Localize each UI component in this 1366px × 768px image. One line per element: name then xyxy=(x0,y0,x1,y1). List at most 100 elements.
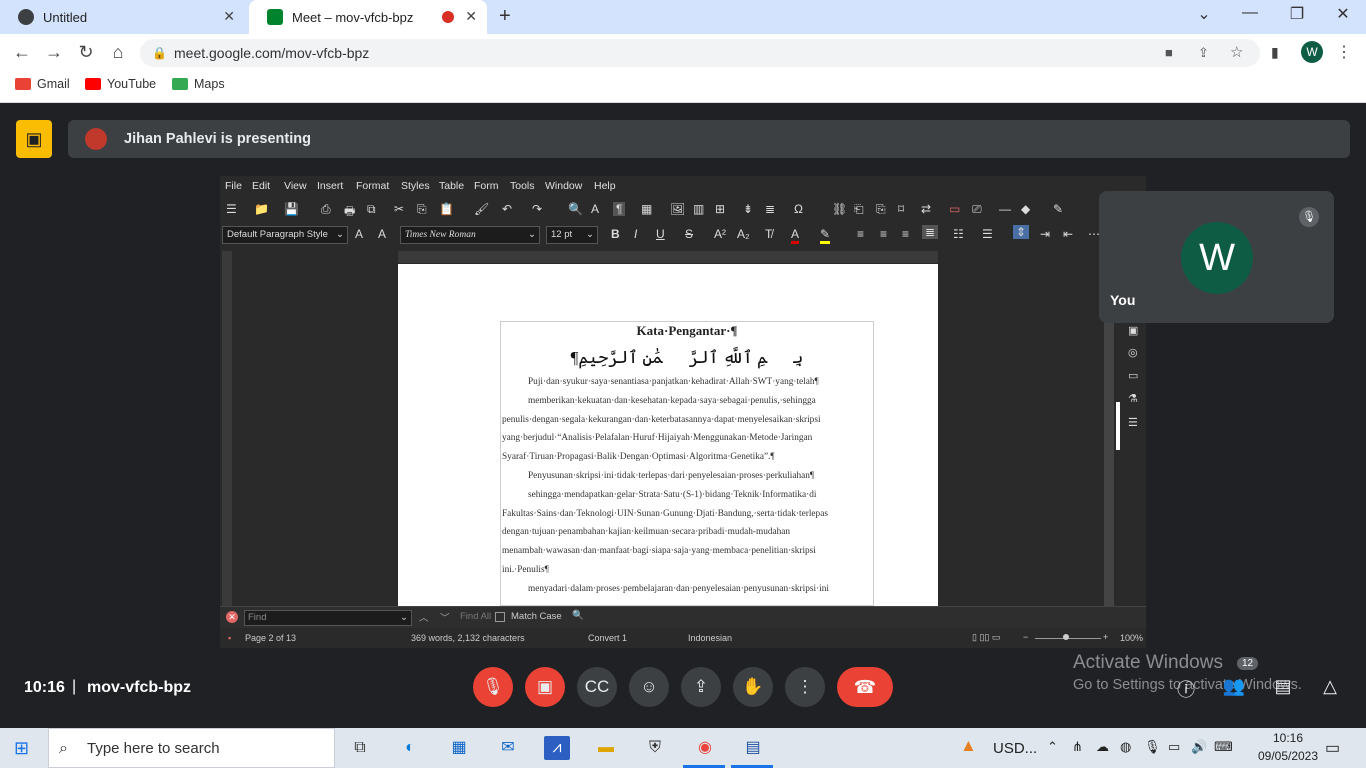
clear-formatting-icon[interactable]: T̸ xyxy=(765,227,772,241)
keyboard-icon[interactable]: ⌨ xyxy=(1214,739,1233,755)
insert-field-icon[interactable]: ≣ xyxy=(765,202,775,216)
stop-presenting-icon[interactable]: ▣ xyxy=(16,120,52,158)
page-style[interactable]: Convert 1 xyxy=(588,633,627,643)
style-inspector-icon[interactable]: ⚗ xyxy=(1128,392,1138,405)
currency-widget[interactable]: USD... xyxy=(993,740,1037,757)
print-icon[interactable]: 🖶 xyxy=(344,202,355,223)
new-tab-button[interactable]: + xyxy=(499,5,511,28)
font-size-select[interactable]: 12 pt ⌄ xyxy=(546,226,598,244)
special-character-icon[interactable]: Ω xyxy=(794,202,803,216)
export-pdf-icon[interactable]: ⎙ xyxy=(321,202,331,217)
clock-date[interactable]: 09/05/2023 xyxy=(1254,749,1322,763)
align-left-icon[interactable]: ≡ xyxy=(857,227,864,241)
chat-icon[interactable]: ▤ xyxy=(1270,676,1296,697)
endnote-icon[interactable]: ⎘ xyxy=(876,202,886,217)
volume-icon[interactable]: 🔊 xyxy=(1191,739,1207,755)
clock-time[interactable]: 10:16 xyxy=(1263,731,1313,745)
raise-hand-icon[interactable]: ✋ xyxy=(733,667,773,707)
menu-file[interactable]: File xyxy=(225,180,242,192)
insert-chart-icon[interactable]: ▥ xyxy=(693,202,704,216)
tab-untitled[interactable]: Untitled ✕ xyxy=(0,0,245,34)
paste-icon[interactable]: 📋 xyxy=(439,202,454,216)
superscript-icon[interactable]: A² xyxy=(714,227,726,241)
decrease-indent-icon[interactable]: ⇤ xyxy=(1063,227,1073,241)
people-icon[interactable]: 👥 xyxy=(1221,676,1247,697)
clone-formatting-icon[interactable]: 🖌 xyxy=(474,202,489,216)
taskbar-search[interactable]: ⌕ Type here to search xyxy=(48,728,335,768)
cloud-icon[interactable]: ☁ xyxy=(1096,739,1109,755)
app-icon[interactable]: ⩘ xyxy=(544,736,570,760)
menu-table[interactable]: Table xyxy=(439,180,464,192)
justify-icon[interactable]: ≣ xyxy=(922,225,939,239)
line-icon[interactable]: — xyxy=(999,202,1011,216)
tab-meet[interactable]: Meet – mov-vfcb-bpz ✕ xyxy=(249,0,487,34)
chrome-icon[interactable]: ◉ xyxy=(692,736,718,760)
mic-off-icon[interactable]: 🎙 xyxy=(473,667,513,707)
match-case-checkbox[interactable] xyxy=(495,612,505,622)
menu-edit[interactable]: Edit xyxy=(252,180,270,192)
navigator-icon[interactable]: ◎ xyxy=(1128,346,1138,359)
webcam-icon[interactable]: ◍ xyxy=(1120,739,1131,755)
bookmark-maps[interactable]: Maps xyxy=(172,77,225,91)
cut-icon[interactable]: ✂ xyxy=(394,202,404,216)
battery-icon[interactable]: ▭ xyxy=(1168,739,1180,755)
font-name-select[interactable]: Times New Roman ⌄ xyxy=(400,226,540,244)
tab-search-icon[interactable]: ⌄ xyxy=(1189,4,1219,24)
highlight-icon[interactable]: ✎ xyxy=(820,227,831,244)
bullets-icon[interactable]: ☷ xyxy=(953,227,964,241)
insert-table-icon[interactable]: ▦ xyxy=(641,202,652,216)
insert-image-icon[interactable]: 🖼 xyxy=(670,202,685,216)
side-panel-icon[interactable]: ▮ xyxy=(1271,44,1279,61)
store-icon[interactable]: ▦ xyxy=(446,736,472,760)
open-icon[interactable]: 📁 xyxy=(254,202,269,216)
minimize-button[interactable]: — xyxy=(1235,4,1265,22)
redo-icon[interactable]: ↷ xyxy=(532,202,542,216)
comment-icon[interactable]: ▭ xyxy=(949,202,960,216)
subscript-icon[interactable]: A₂ xyxy=(737,227,750,241)
menu-form[interactable]: Form xyxy=(474,180,499,192)
more-options-icon[interactable]: ⋮ xyxy=(785,667,825,707)
vertical-scrollbar[interactable] xyxy=(1104,316,1114,606)
find-next-icon[interactable]: ﹀ xyxy=(440,610,450,624)
menu-window[interactable]: Window xyxy=(545,180,582,192)
close-find-icon[interactable]: ✕ xyxy=(226,611,238,623)
notifications-icon[interactable]: ▭ xyxy=(1325,738,1340,758)
bookmark-youtube[interactable]: YouTube xyxy=(85,77,156,91)
profile-avatar[interactable]: W xyxy=(1301,41,1323,63)
copy-icon[interactable]: ⎘ xyxy=(417,202,427,217)
gallery-icon[interactable]: ▣ xyxy=(1128,324,1138,337)
writer-icon[interactable]: ▤ xyxy=(740,736,766,760)
hyperlink-icon[interactable]: ⛓ xyxy=(832,202,847,216)
find-replace-icon[interactable]: 🔍 xyxy=(568,202,583,216)
find-previous-icon[interactable]: ︿ xyxy=(419,610,429,624)
strikethrough-icon[interactable]: S xyxy=(685,227,693,241)
meeting-code[interactable]: mov-vfcb-bpz xyxy=(87,679,191,697)
insert-textbox-icon[interactable]: ⊞ xyxy=(715,202,725,216)
camera-off-icon[interactable]: ▣ xyxy=(525,667,565,707)
captions-icon[interactable]: CC xyxy=(577,667,617,707)
language[interactable]: Indonesian xyxy=(688,633,732,643)
back-icon[interactable]: ← xyxy=(11,42,33,63)
cross-reference-icon[interactable]: ⇄ xyxy=(921,202,931,216)
menu-view[interactable]: View xyxy=(284,180,307,192)
bookmark-gmail[interactable]: Gmail xyxy=(15,77,70,91)
zoom-in-icon[interactable]: + xyxy=(1103,632,1108,642)
camera-icon[interactable]: ■ xyxy=(1165,39,1173,67)
file-explorer-icon[interactable]: ▬ xyxy=(593,736,619,760)
mail-icon[interactable]: ✉ xyxy=(495,736,521,760)
page-break-icon[interactable]: ⇟ xyxy=(743,202,753,216)
menu-help[interactable]: Help xyxy=(594,180,616,192)
view-layout-icons[interactable]: ▯ ▯▯ ▭ xyxy=(972,632,1000,643)
wifi-icon[interactable]: ⋔ xyxy=(1072,739,1083,755)
align-right-icon[interactable]: ≡ xyxy=(902,227,909,241)
draw-icon[interactable]: ✎ xyxy=(1053,202,1063,216)
microphone-icon[interactable]: 🎙 xyxy=(1144,739,1161,755)
numbering-icon[interactable]: ☰ xyxy=(982,227,993,241)
find-replace-icon[interactable]: 🔍 xyxy=(572,610,584,621)
sidebar-handle[interactable] xyxy=(1116,402,1120,450)
menu-styles[interactable]: Styles xyxy=(401,180,430,192)
word-count[interactable]: 369 words, 2,132 characters xyxy=(411,633,525,643)
edge-icon[interactable]: ◐ xyxy=(397,736,423,760)
spelling-icon[interactable]: A xyxy=(591,202,599,216)
windows-start-icon[interactable]: ⊞ xyxy=(14,738,29,759)
